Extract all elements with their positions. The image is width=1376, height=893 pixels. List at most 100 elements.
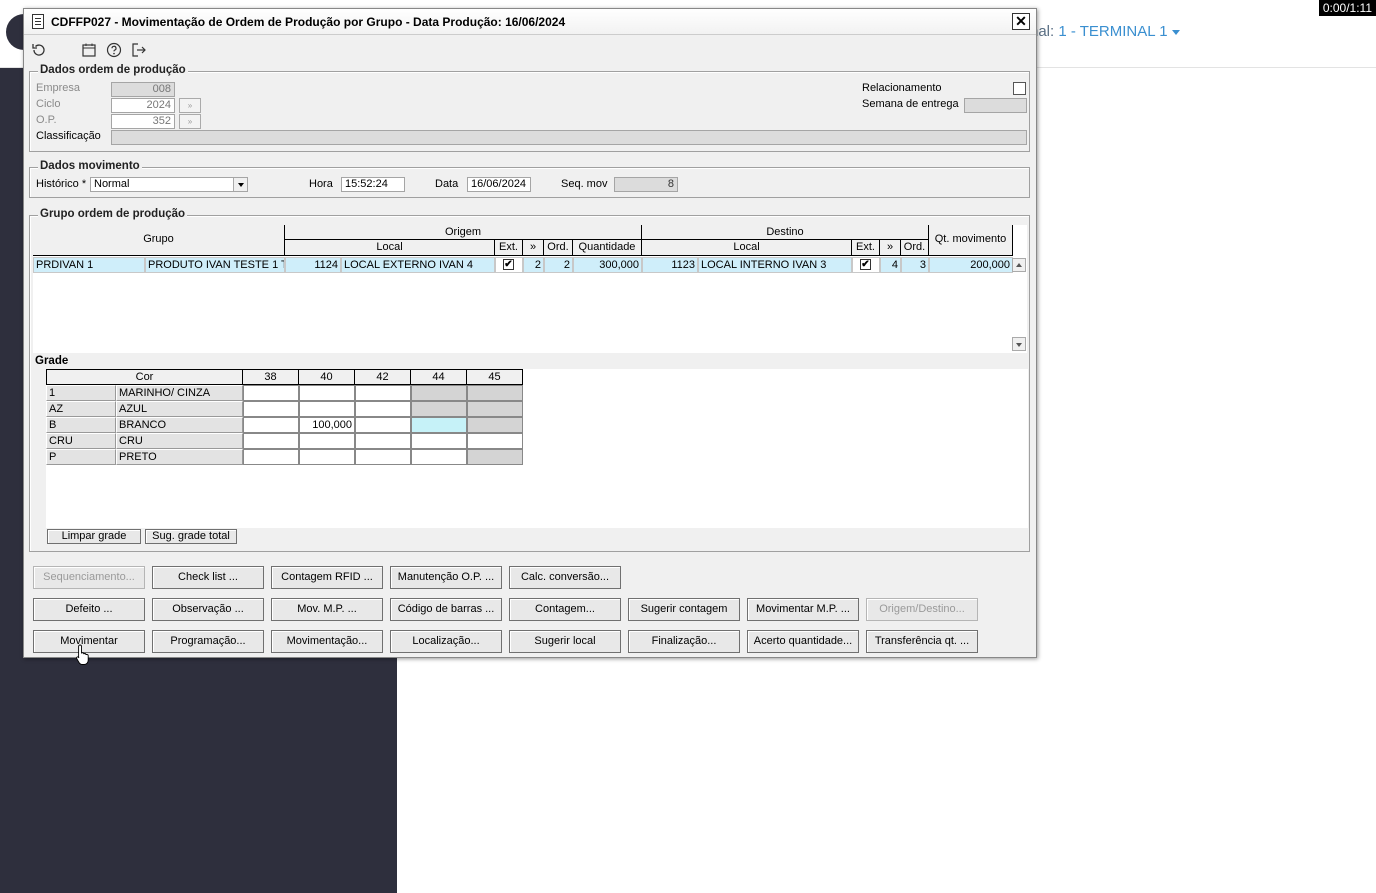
cell-origem-ext[interactable]: ✔	[495, 257, 523, 273]
header-destino-local[interactable]: Local	[642, 240, 852, 256]
ciclo-field[interactable]: 2024	[111, 98, 175, 113]
grade-cell[interactable]	[411, 401, 467, 417]
action-button-programação[interactable]: Programação...	[152, 630, 264, 653]
limpar-grade-button[interactable]: Limpar grade	[47, 529, 141, 544]
grade-cell[interactable]	[467, 433, 523, 449]
grade-header-size[interactable]: 38	[243, 369, 299, 385]
grade-header-size[interactable]: 45	[467, 369, 523, 385]
title-bar[interactable]: CDFFP027 - Movimentação de Ordem de Prod…	[24, 9, 1036, 35]
classificacao-field[interactable]	[111, 130, 1027, 145]
grade-cell[interactable]	[299, 449, 355, 465]
grade-cell[interactable]	[243, 449, 299, 465]
scroll-up-button[interactable]	[1012, 258, 1026, 272]
cell-destino-arrow[interactable]: 4	[880, 257, 901, 273]
cell-destino-ord[interactable]: 3	[901, 257, 929, 273]
action-button-contagem[interactable]: Contagem...	[509, 598, 621, 621]
header-destino-arrows[interactable]: »	[880, 240, 901, 256]
grade-cell[interactable]	[299, 401, 355, 417]
empresa-field[interactable]: 008	[111, 82, 175, 97]
action-button-transferência-qt[interactable]: Transferência qt. ...	[866, 630, 978, 653]
grade-cell[interactable]	[355, 401, 411, 417]
action-button-sequenciamento[interactable]: Sequenciamento...	[33, 566, 145, 589]
cell-destino-code[interactable]: 1123	[642, 257, 698, 273]
chevron-down-icon[interactable]	[233, 178, 247, 191]
cell-destino-local[interactable]: LOCAL INTERNO IVAN 3	[698, 257, 852, 273]
grade-cell[interactable]: 100,000	[299, 417, 355, 433]
origem-ext-checkbox[interactable]: ✔	[503, 259, 514, 270]
action-button-sugerir-contagem[interactable]: Sugerir contagem	[628, 598, 740, 621]
data-field[interactable]: 16/06/2024	[467, 177, 531, 192]
grade-cell[interactable]	[355, 385, 411, 401]
cell-destino-ext[interactable]: ✔	[852, 257, 880, 273]
grade-cell[interactable]	[411, 417, 467, 433]
historico-select[interactable]: Normal	[90, 177, 248, 192]
grade-cell[interactable]	[467, 449, 523, 465]
close-button[interactable]: ✕	[1012, 13, 1030, 30]
grade-cell[interactable]	[411, 385, 467, 401]
op-field[interactable]: 352	[111, 114, 175, 129]
cell-grupo-code[interactable]: PRDIVAN 1	[33, 257, 145, 273]
grade-header-cor[interactable]: Cor	[46, 369, 243, 385]
header-origem-arrows[interactable]: »	[523, 240, 544, 256]
grade-cell[interactable]	[299, 385, 355, 401]
grade-cell[interactable]	[411, 433, 467, 449]
action-button-sugerir-local[interactable]: Sugerir local	[509, 630, 621, 653]
action-button-calc-conversão[interactable]: Calc. conversão...	[509, 566, 621, 589]
calendar-icon[interactable]	[80, 42, 98, 60]
action-button-manutenção-o-p[interactable]: Manutenção O.P. ...	[390, 566, 502, 589]
grade-cell[interactable]	[467, 417, 523, 433]
grade-cell[interactable]	[355, 449, 411, 465]
grade-cell[interactable]	[467, 401, 523, 417]
action-button-movimentar-m-p[interactable]: Movimentar M.P. ...	[747, 598, 859, 621]
grade-cell[interactable]	[243, 417, 299, 433]
destino-ext-checkbox[interactable]: ✔	[860, 259, 871, 270]
grade-cell[interactable]	[243, 433, 299, 449]
help-icon[interactable]	[105, 42, 123, 60]
action-button-localização[interactable]: Localização...	[390, 630, 502, 653]
refresh-icon[interactable]	[30, 42, 48, 60]
hora-field[interactable]: 15:52:24	[341, 177, 405, 192]
header-destino-ord[interactable]: Ord.	[901, 240, 929, 256]
action-button-check-list[interactable]: Check list ...	[152, 566, 264, 589]
grade-cell[interactable]	[411, 449, 467, 465]
action-button-contagem-rfid[interactable]: Contagem RFID ...	[271, 566, 383, 589]
action-button-movimentação[interactable]: Movimentação...	[271, 630, 383, 653]
terminal-selector[interactable]: nal: 1 - TERMINAL 1	[1030, 23, 1180, 40]
action-button-observação[interactable]: Observação ...	[152, 598, 264, 621]
cell-grupo-desc[interactable]: PRODUTO IVAN TESTE 1 TESTE	[145, 257, 285, 273]
seq-field[interactable]: 8	[614, 177, 678, 192]
grade-cell[interactable]	[355, 417, 411, 433]
header-grupo[interactable]: Grupo	[33, 225, 285, 256]
grade-cell[interactable]	[243, 401, 299, 417]
grade-header-size[interactable]: 44	[411, 369, 467, 385]
action-button-defeito[interactable]: Defeito ...	[33, 598, 145, 621]
header-destino-ext[interactable]: Ext.	[852, 240, 880, 256]
semana-field[interactable]	[964, 98, 1027, 113]
op-lookup-button[interactable]: »	[179, 114, 201, 129]
scroll-down-button[interactable]	[1012, 337, 1026, 351]
grade-header-size[interactable]: 40	[299, 369, 355, 385]
cell-origem-ord[interactable]: 2	[544, 257, 573, 273]
action-button-origem-destino[interactable]: Origem/Destino...	[866, 598, 978, 621]
grade-cell[interactable]	[467, 385, 523, 401]
grade-cell[interactable]	[243, 385, 299, 401]
header-origem-ext[interactable]: Ext.	[495, 240, 523, 256]
action-button-mov-m-p[interactable]: Mov. M.P. ...	[271, 598, 383, 621]
cell-origem-code[interactable]: 1124	[285, 257, 341, 273]
header-origem-local[interactable]: Local	[285, 240, 495, 256]
cell-origem-arrow[interactable]: 2	[523, 257, 544, 273]
ciclo-lookup-button[interactable]: »	[179, 98, 201, 113]
action-button-finalização[interactable]: Finalização...	[628, 630, 740, 653]
grade-cell[interactable]	[355, 433, 411, 449]
relacionamento-checkbox[interactable]	[1013, 82, 1026, 95]
cell-origem-local[interactable]: LOCAL EXTERNO IVAN 4	[341, 257, 495, 273]
action-button-acerto-quantidade[interactable]: Acerto quantidade...	[747, 630, 859, 653]
grade-cell[interactable]	[299, 433, 355, 449]
header-qt-movimento[interactable]: Qt. movimento	[929, 225, 1013, 256]
cell-quantidade[interactable]: 300,000	[573, 257, 642, 273]
cell-qt-movimento[interactable]: 200,000	[929, 257, 1013, 273]
exit-icon[interactable]	[130, 42, 148, 60]
sugerir-grade-button[interactable]: Sug. grade total	[145, 529, 237, 544]
header-origem-ord[interactable]: Ord.	[544, 240, 573, 256]
action-button-código-de-barras[interactable]: Código de barras ...	[390, 598, 502, 621]
